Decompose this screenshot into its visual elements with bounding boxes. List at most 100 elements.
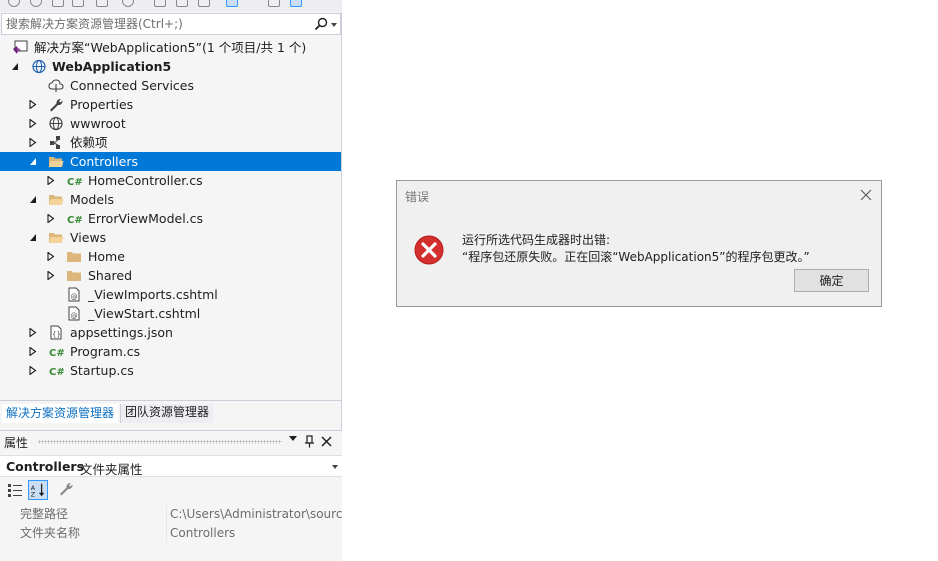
tree-item-viewstart[interactable]: @ _ViewStart.cshtml [0, 304, 341, 323]
svg-text:C#: C# [49, 348, 64, 359]
collapsed-arrow-icon[interactable] [47, 176, 55, 185]
open-folder-icon [49, 157, 64, 167]
tree-item-models[interactable]: Models [0, 190, 341, 209]
collapsed-arrow-icon[interactable] [47, 271, 55, 280]
search-icon[interactable] [314, 17, 328, 31]
collapsed-arrow-icon[interactable] [29, 328, 37, 337]
property-row-folder-name[interactable]: 文件夹名称 Controllers [0, 524, 342, 543]
property-row-full-path[interactable]: 完整路径 C:\Users\Administrator\source [0, 505, 342, 524]
properties-wrench-icon[interactable] [268, 0, 280, 7]
tree-item-label: appsettings.json [70, 325, 173, 340]
connected-services-icon [48, 79, 64, 92]
window-position-dropdown-icon[interactable] [289, 436, 297, 441]
project-label: WebApplication5 [52, 59, 172, 74]
chevron-down-icon[interactable] [332, 465, 338, 469]
tree-item-controllers[interactable]: Controllers [0, 152, 341, 171]
tree-item-dependencies[interactable]: 依赖项 [0, 133, 341, 152]
alphabetical-icon[interactable]: A Z [28, 480, 48, 500]
property-pages-wrench-icon[interactable] [56, 480, 76, 500]
razor-file-icon: @ [68, 287, 80, 302]
tree-item-wwwroot[interactable]: wwwroot [0, 114, 341, 133]
tree-item-viewimports[interactable]: @ _ViewImports.cshtml [0, 285, 341, 304]
back-icon[interactable] [8, 0, 20, 7]
tree-item-program[interactable]: C# Program.cs [0, 342, 341, 361]
tree-item-appsettings[interactable]: {} appsettings.json [0, 323, 341, 342]
tree-item-connected-services[interactable]: Connected Services [0, 76, 341, 95]
tree-item-label: HomeController.cs [88, 173, 203, 188]
collapsed-arrow-icon[interactable] [29, 138, 37, 147]
selected-object-name: Controllers [6, 459, 85, 474]
home-icon[interactable] [52, 0, 64, 7]
property-name: 完整路径 [20, 507, 69, 521]
search-options-dropdown-icon[interactable] [331, 23, 337, 27]
folder-icon [67, 271, 81, 281]
property-value: C:\Users\Administrator\source [166, 505, 342, 524]
tree-item-label: _ViewImports.cshtml [88, 287, 218, 302]
tree-item-startup[interactable]: C# Startup.cs [0, 361, 341, 380]
panel-drag-grip[interactable] [38, 440, 282, 444]
pin-icon[interactable] [304, 435, 316, 448]
collapsed-arrow-icon[interactable] [47, 214, 55, 223]
svg-text:C#: C# [67, 215, 82, 226]
tree-item-home[interactable]: Home [0, 247, 341, 266]
tree-solution-node[interactable]: 解决方案“WebApplication5”(1 个项目/共 1 个) [0, 38, 341, 57]
pending-changes-icon[interactable] [96, 0, 108, 7]
tab-team-explorer[interactable]: 团队资源管理器 [120, 404, 214, 423]
expanded-arrow-icon[interactable] [29, 157, 37, 166]
close-icon[interactable] [321, 436, 332, 447]
expanded-arrow-icon[interactable] [29, 195, 37, 204]
svg-text:@: @ [71, 312, 78, 320]
search-input[interactable] [6, 16, 306, 32]
collapsed-arrow-icon[interactable] [29, 347, 37, 356]
svg-text:C#: C# [67, 177, 82, 188]
expanded-arrow-icon[interactable] [11, 62, 19, 71]
tree-item-label: ErrorViewModel.cs [88, 211, 204, 226]
properties-panel: 属性 Controllers 文件夹属性 A Z 完整路径 C:\Users\A… [0, 430, 342, 561]
tree-project-node[interactable]: WebApplication5 [0, 57, 341, 76]
tree-item-label: Connected Services [70, 78, 194, 93]
solution-label: 解决方案“WebApplication5”(1 个项目/共 1 个) [34, 40, 307, 55]
property-name: 文件夹名称 [20, 526, 81, 540]
show-all-files-icon[interactable] [198, 0, 210, 7]
folder-icon [67, 252, 81, 262]
collapsed-arrow-icon[interactable] [29, 100, 37, 109]
explorer-tabs: 解决方案资源管理器 团队资源管理器 [0, 400, 341, 423]
refresh-icon[interactable] [154, 0, 166, 7]
history-icon[interactable] [122, 0, 134, 7]
solution-search-box[interactable] [1, 13, 341, 35]
svg-text:{}: {} [52, 331, 61, 339]
expanded-arrow-icon[interactable] [29, 233, 37, 242]
properties-title: 属性 [4, 436, 29, 450]
properties-object-selector[interactable]: Controllers 文件夹属性 [0, 455, 342, 477]
csharp-file-icon: C# [67, 177, 82, 188]
csharp-file-icon: C# [67, 215, 82, 226]
svg-text:C#: C# [49, 367, 64, 378]
collapse-all-icon[interactable] [176, 0, 188, 7]
ok-button[interactable]: 确定 [794, 269, 869, 292]
close-icon[interactable] [857, 186, 875, 204]
json-file-icon: {} [50, 325, 62, 340]
forward-icon[interactable] [30, 0, 42, 7]
tree-item-shared[interactable]: Shared [0, 266, 341, 285]
collapsed-arrow-icon[interactable] [47, 252, 55, 261]
tree-item-label: Shared [88, 268, 133, 283]
property-value: Controllers [166, 524, 342, 543]
sync-icon[interactable] [72, 0, 84, 7]
error-dialog: 错误 运行所选代码生成器时出错: “程序包还原失败。正在回滚“WebApplic… [396, 180, 882, 307]
collapsed-arrow-icon[interactable] [29, 366, 37, 375]
sync-with-active-document-icon[interactable] [226, 0, 238, 7]
preview-selected-items-icon[interactable] [290, 0, 302, 7]
error-message-line-2: “程序包还原失败。正在回滚“WebApplication5”的程序包更改。” [462, 250, 810, 264]
tree-item-label: wwwroot [70, 116, 126, 131]
dialog-body: 运行所选代码生成器时出错: “程序包还原失败。正在回滚“WebApplicati… [397, 213, 881, 306]
collapsed-arrow-icon[interactable] [29, 119, 37, 128]
tree-item-errorviewmodel[interactable]: C# ErrorViewModel.cs [0, 209, 341, 228]
tree-item-homecontroller[interactable]: C# HomeController.cs [0, 171, 341, 190]
tree-item-properties[interactable]: Properties [0, 95, 341, 114]
csharp-file-icon: C# [49, 367, 64, 378]
wrench-icon [50, 98, 63, 112]
categorized-icon[interactable] [5, 480, 25, 500]
tree-item-label: 依赖项 [70, 135, 108, 150]
tree-item-views[interactable]: Views [0, 228, 341, 247]
tab-solution-explorer[interactable]: 解决方案资源管理器 [2, 404, 119, 423]
